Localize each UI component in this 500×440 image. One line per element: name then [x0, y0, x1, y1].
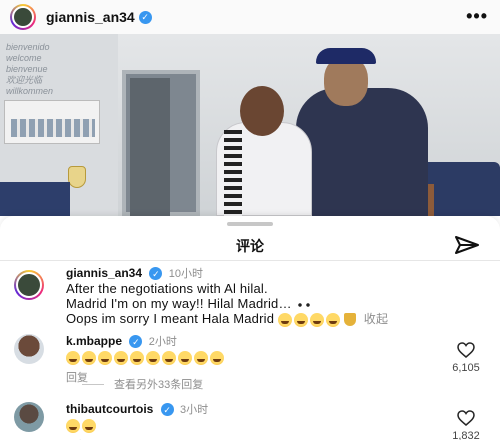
laughing-emoji-icon — [146, 350, 160, 365]
comment-emojis — [66, 349, 440, 365]
comment-line: After the negotiations with Al hilal. — [66, 281, 268, 296]
verified-badge-icon: ✓ — [138, 10, 152, 24]
laughing-emoji-icon — [66, 418, 80, 433]
laughing-emoji-icon — [98, 350, 112, 365]
laughing-emoji-icon — [277, 312, 292, 327]
laughing-emoji-icon — [210, 350, 224, 365]
eyes-emoji-icon — [295, 300, 312, 309]
collapse-link[interactable]: 收起 — [364, 312, 388, 326]
sheet-grabber[interactable] — [227, 222, 273, 226]
more-options-icon[interactable]: ••• — [466, 6, 488, 27]
reply-button[interactable]: 回复 — [66, 437, 440, 440]
man-figure — [296, 88, 428, 216]
laughing-emoji-icon — [130, 350, 144, 365]
heart-icon[interactable] — [457, 410, 475, 426]
author-avatar[interactable] — [10, 4, 36, 30]
comment-line: Oops im sorry I meant Hala Madrid 收起 — [66, 311, 389, 327]
verified-badge-icon: ✓ — [149, 267, 163, 281]
like-count: 1,832 — [452, 430, 480, 440]
comment-emojis — [66, 417, 440, 433]
like-control[interactable]: 1,832 — [448, 410, 484, 440]
comment-time: 3小时 — [180, 404, 209, 416]
commenter-avatar[interactable] — [14, 402, 44, 432]
laughing-emoji-icon — [82, 418, 96, 433]
laughing-emoji-icon — [162, 350, 176, 365]
sheet-title: 评论 — [236, 238, 264, 254]
verified-badge-icon: ✓ — [129, 335, 143, 349]
laughing-emoji-icon — [309, 312, 324, 327]
commenter-username[interactable]: k.mbappe — [66, 334, 122, 348]
laughing-emoji-icon — [82, 350, 96, 365]
laughing-emoji-icon — [178, 350, 192, 365]
like-count: 6,105 — [452, 362, 480, 374]
comment-time: 10小时 — [168, 268, 203, 280]
laughing-emoji-icon — [114, 350, 128, 365]
post-photo[interactable]: bienvenido welcome bienvenue 欢迎光临 willko… — [0, 34, 500, 216]
comment-time: 2小时 — [148, 336, 177, 348]
club-crest — [68, 166, 86, 188]
author-username[interactable]: giannis_an34 — [46, 9, 135, 25]
commenter-avatar[interactable] — [14, 334, 44, 364]
verified-badge-icon: ✓ — [160, 403, 174, 417]
like-control[interactable]: 6,105 — [448, 342, 484, 374]
laughing-emoji-icon — [194, 350, 208, 365]
laughing-emoji-icon — [293, 312, 308, 327]
laughing-emoji-icon — [66, 350, 80, 365]
comment-line: Madrid I'm on my way!! Hilal Madrid… — [66, 296, 440, 311]
team-photo-frame — [4, 100, 100, 144]
commenter-username[interactable]: giannis_an34 — [66, 266, 142, 280]
send-icon[interactable] — [454, 234, 480, 256]
trophy-emoji-icon — [343, 313, 356, 327]
commenter-avatar[interactable] — [14, 270, 44, 300]
view-more-replies[interactable]: 查看另外33条回复 — [82, 376, 203, 392]
commenter-username[interactable]: thibautcourtois — [66, 402, 153, 416]
post-header: giannis_an34 ✓ ••• — [0, 0, 500, 34]
laughing-emoji-icon — [325, 312, 340, 327]
wall-welcome-text: bienvenido welcome bienvenue 欢迎光临 willko… — [6, 42, 54, 96]
comments-sheet: 评论 giannis_an34 ✓ 10小时 After the negotia… — [0, 216, 500, 440]
heart-icon[interactable] — [457, 342, 475, 358]
